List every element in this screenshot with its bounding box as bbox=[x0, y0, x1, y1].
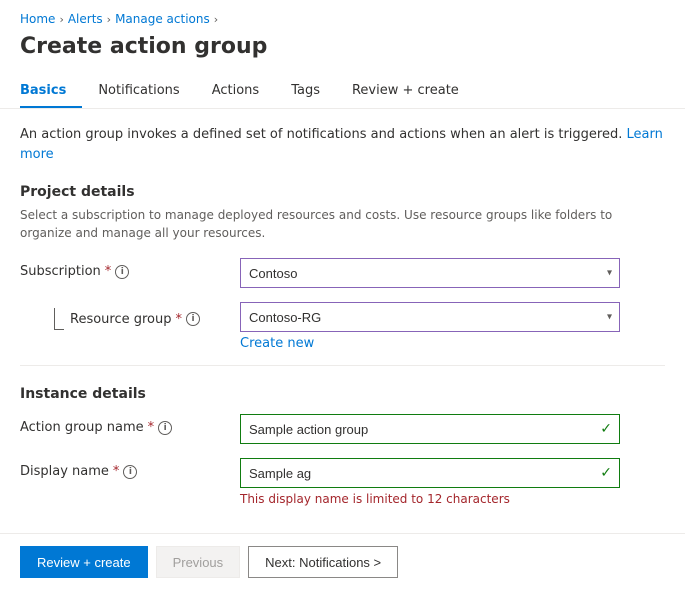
tab-actions[interactable]: Actions bbox=[196, 75, 276, 108]
tab-basics[interactable]: Basics bbox=[20, 75, 82, 108]
instance-details-title: Instance details bbox=[20, 386, 665, 402]
review-create-button[interactable]: Review + create bbox=[20, 546, 148, 578]
action-group-name-label: Action group name * i bbox=[20, 414, 240, 435]
tabs-container: Basics Notifications Actions Tags Review… bbox=[0, 75, 685, 109]
breadcrumb: Home › Alerts › Manage actions › bbox=[0, 0, 685, 30]
tab-tags[interactable]: Tags bbox=[275, 75, 336, 108]
subscription-control: Contoso ▾ bbox=[240, 258, 665, 288]
display-name-input[interactable] bbox=[240, 458, 620, 488]
page-title: Create action group bbox=[0, 30, 685, 75]
resource-group-info-icon[interactable]: i bbox=[186, 312, 200, 326]
display-name-check-icon: ✓ bbox=[600, 465, 612, 481]
subscription-select[interactable]: Contoso bbox=[240, 258, 620, 288]
next-notifications-button[interactable]: Next: Notifications > bbox=[248, 546, 398, 578]
resource-group-control: Contoso-RG ▾ Create new bbox=[240, 302, 665, 351]
subscription-info-icon[interactable]: i bbox=[115, 265, 129, 279]
action-group-name-row: Action group name * i ✓ bbox=[20, 414, 665, 444]
project-details-section: Project details Select a subscription to… bbox=[20, 184, 665, 351]
breadcrumb-sep-1: › bbox=[59, 13, 63, 26]
action-group-name-info-icon[interactable]: i bbox=[158, 421, 172, 435]
breadcrumb-home[interactable]: Home bbox=[20, 12, 55, 26]
display-name-row: Display name * i ✓ This display name is … bbox=[20, 458, 665, 506]
subscription-label: Subscription * i bbox=[20, 258, 240, 279]
resource-group-select-wrapper: Contoso-RG ▾ bbox=[240, 302, 620, 332]
info-banner: An action group invokes a defined set of… bbox=[20, 125, 665, 164]
subscription-required: * bbox=[105, 264, 112, 279]
tab-notifications[interactable]: Notifications bbox=[82, 75, 195, 108]
action-group-name-control: ✓ bbox=[240, 414, 665, 444]
main-content: An action group invokes a defined set of… bbox=[0, 109, 685, 536]
action-group-name-required: * bbox=[148, 420, 155, 435]
resource-group-select[interactable]: Contoso-RG bbox=[240, 302, 620, 332]
resource-group-label: Resource group * i bbox=[20, 302, 240, 330]
breadcrumb-sep-3: › bbox=[214, 13, 218, 26]
project-details-desc: Select a subscription to manage deployed… bbox=[20, 206, 665, 242]
tab-review-create[interactable]: Review + create bbox=[336, 75, 475, 108]
create-new-link[interactable]: Create new bbox=[240, 336, 314, 351]
char-limit-message: This display name is limited to 12 chara… bbox=[240, 492, 665, 506]
breadcrumb-alerts[interactable]: Alerts bbox=[68, 12, 103, 26]
display-name-info-icon[interactable]: i bbox=[123, 465, 137, 479]
display-name-control: ✓ This display name is limited to 12 cha… bbox=[240, 458, 665, 506]
breadcrumb-sep-2: › bbox=[107, 13, 111, 26]
action-group-name-check-icon: ✓ bbox=[600, 421, 612, 437]
footer: Review + create Previous Next: Notificat… bbox=[0, 533, 685, 590]
action-group-name-input[interactable] bbox=[240, 414, 620, 444]
subscription-row: Subscription * i Contoso ▾ bbox=[20, 258, 665, 288]
subscription-select-wrapper: Contoso ▾ bbox=[240, 258, 620, 288]
action-group-name-input-wrapper: ✓ bbox=[240, 414, 620, 444]
instance-details-section: Instance details Action group name * i ✓ bbox=[20, 386, 665, 506]
display-name-label: Display name * i bbox=[20, 458, 240, 479]
previous-button: Previous bbox=[156, 546, 241, 578]
project-details-title: Project details bbox=[20, 184, 665, 200]
section-divider-1 bbox=[20, 365, 665, 366]
resource-group-row: Resource group * i Contoso-RG ▾ Create n… bbox=[20, 302, 665, 351]
breadcrumb-manage-actions[interactable]: Manage actions bbox=[115, 12, 210, 26]
info-banner-text: An action group invokes a defined set of… bbox=[20, 127, 622, 142]
display-name-required: * bbox=[113, 464, 120, 479]
display-name-input-wrapper: ✓ bbox=[240, 458, 620, 488]
resource-group-required: * bbox=[176, 312, 183, 327]
